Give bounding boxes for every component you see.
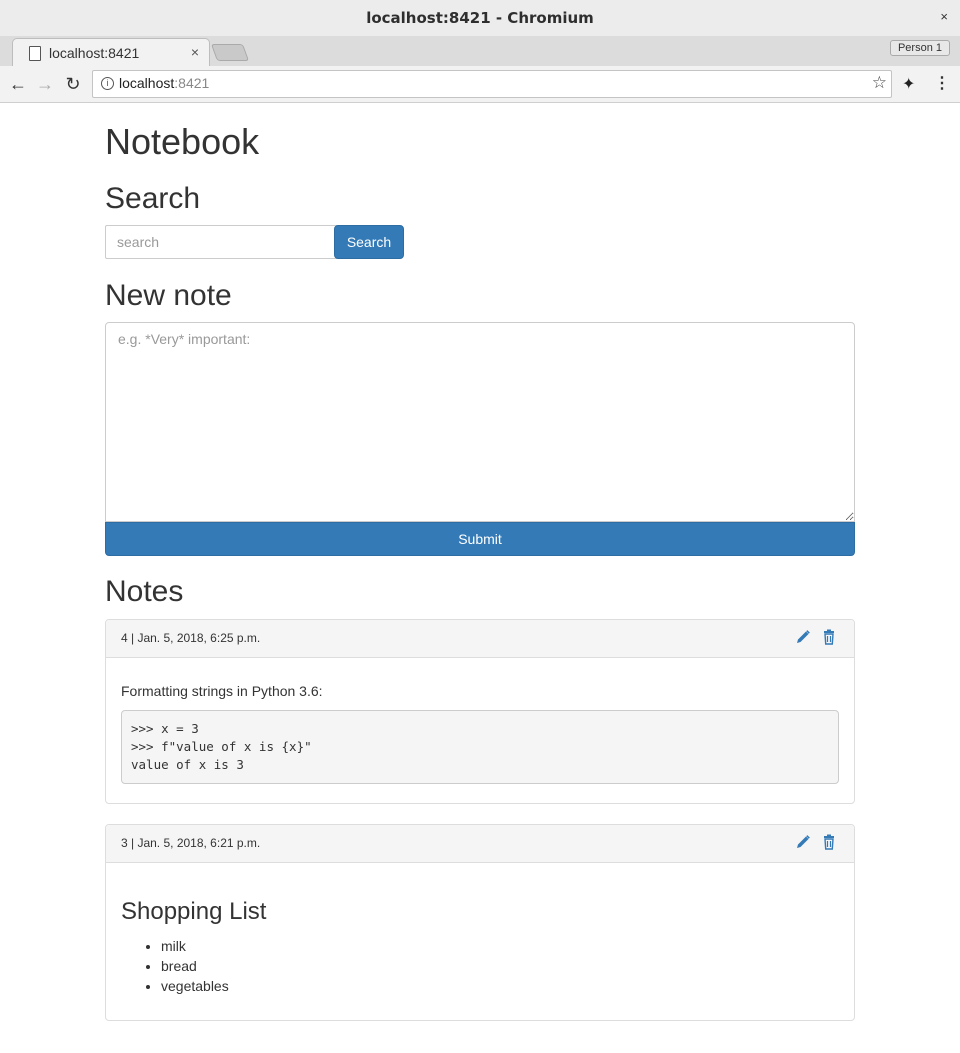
window-title: localhost:8421 - Chromium	[366, 9, 594, 27]
browser-toolbar: ← → ↻ i localhost:8421 ☆ ✦ ⋮	[0, 66, 960, 103]
submit-button[interactable]: Submit	[105, 522, 855, 556]
address-bar[interactable]: i localhost:8421 ☆	[92, 70, 892, 98]
page-icon	[29, 46, 41, 61]
list-item: bread	[161, 956, 839, 976]
back-icon[interactable]: ←	[8, 74, 28, 94]
note-header: 4 | Jan. 5, 2018, 6:25 p.m.	[106, 620, 854, 658]
edit-icon[interactable]	[795, 629, 811, 645]
trash-icon[interactable]	[821, 834, 837, 850]
profile-button[interactable]: Person 1	[889, 40, 950, 56]
note-text: Formatting strings in Python 3.6:	[121, 683, 323, 699]
new-tab-button[interactable]	[210, 44, 250, 61]
note-heading: Shopping List	[121, 898, 267, 925]
tab-label: localhost:8421	[49, 45, 140, 61]
new-note-heading: New note	[105, 279, 232, 312]
note-panel: 3 | Jan. 5, 2018, 6:21 p.m. Shopping Lis…	[105, 824, 855, 1021]
page-title: Notebook	[105, 121, 260, 162]
note-meta: 4 | Jan. 5, 2018, 6:25 p.m.	[121, 631, 261, 645]
search-heading: Search	[105, 182, 201, 215]
window-titlebar: localhost:8421 - Chromium ×	[0, 0, 960, 37]
info-icon[interactable]: i	[101, 77, 114, 90]
trash-icon[interactable]	[821, 629, 837, 645]
list-item: milk	[161, 936, 839, 956]
search-button[interactable]: Search	[334, 225, 404, 259]
search-input[interactable]	[105, 225, 352, 259]
note-panel: 4 | Jan. 5, 2018, 6:25 p.m. Formatting s…	[105, 619, 855, 804]
url-host: localhost	[119, 75, 175, 91]
tab-close-icon[interactable]: ×	[191, 44, 199, 60]
window-close-icon[interactable]: ×	[940, 9, 948, 24]
extension-icon[interactable]: ✦	[902, 74, 915, 94]
note-body: Shopping List milk bread vegetables	[106, 863, 854, 996]
list-item: vegetables	[161, 976, 839, 996]
url-port: :8421	[174, 75, 210, 91]
star-icon[interactable]: ☆	[872, 73, 887, 93]
menu-icon[interactable]: ⋮	[934, 73, 950, 93]
new-note-textarea[interactable]	[105, 322, 855, 522]
notes-heading: Notes	[105, 575, 184, 608]
edit-icon[interactable]	[795, 834, 811, 850]
tab-strip: localhost:8421 × Person 1	[0, 36, 960, 67]
forward-icon[interactable]: →	[35, 74, 55, 94]
code-block: >>> x = 3 >>> f"value of x is {x}" value…	[121, 710, 839, 784]
reload-icon[interactable]: ↻	[63, 74, 83, 94]
url-text: localhost:8421	[119, 75, 209, 91]
tab-localhost[interactable]: localhost:8421 ×	[12, 38, 210, 67]
note-meta: 3 | Jan. 5, 2018, 6:21 p.m.	[121, 836, 261, 850]
note-header: 3 | Jan. 5, 2018, 6:21 p.m.	[106, 825, 854, 863]
note-body: Formatting strings in Python 3.6: >>> x …	[106, 658, 854, 784]
shopping-list: milk bread vegetables	[121, 936, 839, 996]
